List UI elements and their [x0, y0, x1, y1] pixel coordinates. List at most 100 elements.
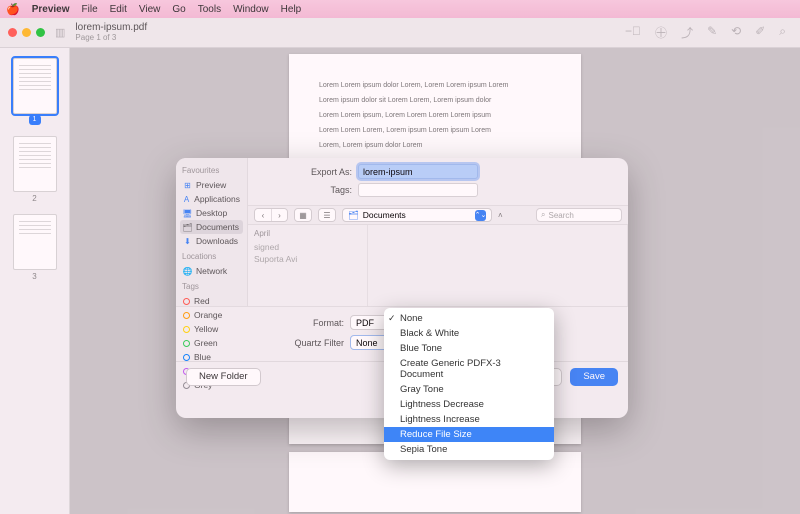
sidebar-item-network[interactable]: 🌐 Network: [180, 264, 243, 278]
filter-option[interactable]: Reduce File Size: [384, 427, 554, 442]
sidebar-heading-tags: Tags: [182, 282, 241, 291]
app-name[interactable]: Preview: [32, 4, 70, 15]
thumbnail-page-number: 2: [14, 194, 56, 203]
format-value: PDF: [356, 318, 374, 328]
sidebar-item-label: Documents: [196, 222, 239, 232]
text-line: Lorem Lorem ipsum, Lorem Lorem Lorem Lor…: [319, 112, 551, 119]
zoom-window-button[interactable]: [36, 28, 45, 37]
location-label: Documents: [363, 210, 406, 220]
share-icon[interactable]: ⤴: [681, 24, 693, 41]
new-folder-button[interactable]: New Folder: [186, 368, 261, 386]
zoom-in-icon[interactable]: ＋⃝: [655, 24, 667, 41]
apple-menu-icon[interactable]: 🍎: [6, 3, 20, 16]
filter-option[interactable]: Black & White: [384, 326, 554, 341]
sidebar-item-label: Downloads: [196, 236, 238, 246]
search-icon: ⌕: [541, 210, 545, 220]
menu-go[interactable]: Go: [172, 4, 185, 15]
format-label: Format:: [176, 318, 350, 328]
filter-option[interactable]: Sepia Tone: [384, 442, 554, 457]
menu-view[interactable]: View: [139, 4, 161, 15]
filter-option[interactable]: Lightness Increase: [384, 412, 554, 427]
quartz-filter-menu[interactable]: NoneBlack & WhiteBlue ToneCreate Generic…: [384, 308, 554, 460]
thumbnail-sidebar: 1 2 3: [0, 48, 70, 514]
file-item[interactable]: Suporta Avi: [254, 253, 361, 265]
sidebar-item-documents[interactable]: 🗂 Documents: [180, 220, 243, 234]
folder-icon: 🖥: [183, 209, 192, 218]
file-browser-toolbar: ‹ › ▦ ☰ 🗂 Documents ⌃⌄ ˄ ⌕ Sea: [248, 205, 628, 225]
sidebar-item-label: Desktop: [196, 208, 227, 218]
menu-help[interactable]: Help: [281, 4, 302, 15]
collapse-button[interactable]: ˄: [498, 211, 503, 220]
location-popup[interactable]: 🗂 Documents ⌃⌄: [342, 208, 492, 222]
forward-button[interactable]: ›: [271, 209, 287, 221]
tag-label: Red: [194, 296, 210, 306]
folder-icon: ⬇: [183, 237, 192, 246]
file-browser-columns: April signed Suporta Avi: [248, 225, 628, 306]
filter-option[interactable]: None: [384, 311, 554, 326]
sidebar-item-label: Preview: [196, 180, 226, 190]
tags-input[interactable]: [358, 183, 478, 197]
window-toolbar: ▥ lorem-ipsum.pdf Page 1 of 3 −⃝ ＋⃝ ⤴ ✎ …: [0, 18, 800, 48]
text-line: Lorem Lorem ipsum dolor Lorem, Lorem Lor…: [319, 82, 551, 89]
search-icon[interactable]: ⌕: [779, 24, 786, 41]
column-date-header: April: [254, 229, 361, 238]
page-thumbnail[interactable]: 2: [13, 136, 57, 192]
sidebar-heading-locations: Locations: [182, 252, 241, 261]
text-line: Lorem Lorem Lorem, Lorem ipsum Lorem ips…: [319, 127, 551, 134]
tag-color-icon: [183, 298, 190, 305]
group-by-segment[interactable]: ☰: [318, 208, 336, 222]
highlight-icon[interactable]: ✎: [707, 24, 717, 41]
thumbnail-page-number: 3: [14, 272, 56, 281]
filter-option[interactable]: Lightness Decrease: [384, 397, 554, 412]
export-as-label: Export As:: [258, 167, 358, 177]
sidebar-heading-favourites: Favourites: [182, 166, 241, 175]
thumbnail-page-number: 1: [29, 115, 41, 125]
close-window-button[interactable]: [8, 28, 17, 37]
folder-icon: A: [183, 195, 190, 204]
pdf-page: [289, 452, 581, 512]
page-thumbnail[interactable]: 1: [13, 58, 57, 114]
zoom-out-icon[interactable]: −⃝: [625, 24, 641, 41]
sidebar-item-label: Network: [196, 266, 227, 276]
folder-icon: 🗂: [183, 223, 192, 232]
filter-option[interactable]: Blue Tone: [384, 341, 554, 356]
group-button[interactable]: ☰: [319, 209, 335, 221]
sidebar-item-preview[interactable]: ⊞Preview: [180, 178, 243, 192]
folder-icon: 🗂: [348, 210, 359, 221]
export-as-input[interactable]: [358, 164, 478, 179]
menubar[interactable]: 🍎 Preview File Edit View Go Tools Window…: [0, 0, 800, 18]
nav-back-forward: ‹ ›: [254, 208, 288, 222]
tags-label: Tags:: [258, 185, 358, 195]
network-icon: 🌐: [183, 267, 192, 276]
menu-tools[interactable]: Tools: [198, 4, 221, 15]
quartz-filter-label: Quartz Filter: [176, 338, 350, 348]
menu-file[interactable]: File: [82, 4, 98, 15]
quartz-filter-value: None: [356, 338, 378, 348]
sidebar-item-desktop[interactable]: 🖥 Desktop: [180, 206, 243, 220]
menu-edit[interactable]: Edit: [110, 4, 127, 15]
filter-option[interactable]: Gray Tone: [384, 382, 554, 397]
file-item[interactable]: signed: [254, 241, 361, 253]
sidebar-item-downloads[interactable]: ⬇ Downloads: [180, 234, 243, 248]
rotate-icon[interactable]: ⟲: [731, 24, 741, 41]
icon-view-button[interactable]: ▦: [295, 209, 311, 221]
sidebar-item-applications[interactable]: A Applications: [180, 192, 243, 206]
back-button[interactable]: ‹: [255, 209, 271, 221]
save-button[interactable]: Save: [570, 368, 618, 386]
sidebar-item-label: Applications: [194, 194, 240, 204]
document-title: lorem-ipsum.pdf: [75, 23, 147, 33]
window-controls: [8, 28, 45, 37]
text-line: Lorem, Lorem ipsum dolor Lorem: [319, 142, 551, 149]
page-thumbnail[interactable]: 3: [13, 214, 57, 270]
sidebar-toggle-icon[interactable]: ▥: [55, 26, 65, 39]
menu-window[interactable]: Window: [233, 4, 269, 15]
chevron-updown-icon: ⌃⌄: [475, 210, 486, 221]
search-field[interactable]: ⌕ Search: [536, 208, 622, 222]
text-line: Lorem ipsum dolor sit Lorem Lorem, Lorem…: [319, 97, 551, 104]
file-browser-sidebar: Favourites ⊞Preview A Applications🖥 Desktop…: [176, 158, 248, 306]
markup-icon[interactable]: ✐: [755, 24, 765, 41]
view-mode-segment[interactable]: ▦: [294, 208, 312, 222]
page-indicator: Page 1 of 3: [75, 33, 147, 42]
filter-option[interactable]: Create Generic PDFX-3 Document: [384, 356, 554, 382]
minimize-window-button[interactable]: [22, 28, 31, 37]
